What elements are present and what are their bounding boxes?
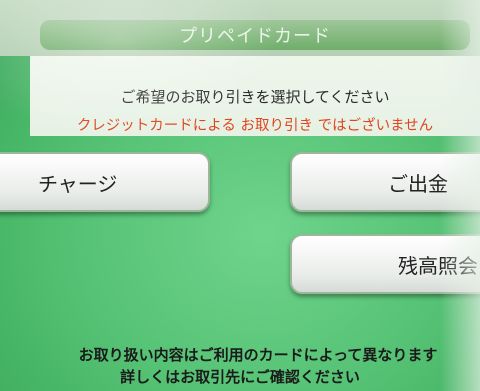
withdraw-button-label: ご出金 [388,171,448,196]
balance-inquiry-button-label: 残高照会 [398,253,478,278]
footer-note-line-1: お取り扱い内容はご利用のカードによって異なります [78,346,438,364]
balance-inquiry-button[interactable]: 残高照会 [290,234,480,294]
warning-text: クレジットカードによる お取り引き ではございません [76,118,434,134]
charge-button-label: チャージ [38,171,118,196]
page-title: プリペイドカード [179,26,331,47]
instruction-text: ご希望のお取り引きを選択してください [120,88,390,106]
atm-screen: プリペイドカード ご希望のお取り引きを選択してください クレジットカードによる … [0,0,480,391]
withdraw-button[interactable]: ご出金 [290,152,480,212]
charge-button[interactable]: チャージ [0,152,210,212]
instruction-panel: ご希望のお取り引きを選択してください クレジットカードによる お取り引き ではご… [30,56,480,136]
header-bar: プリペイドカード [40,20,470,50]
footer-note-line-2: 詳しくはお取引先にご確認ください [120,368,360,386]
